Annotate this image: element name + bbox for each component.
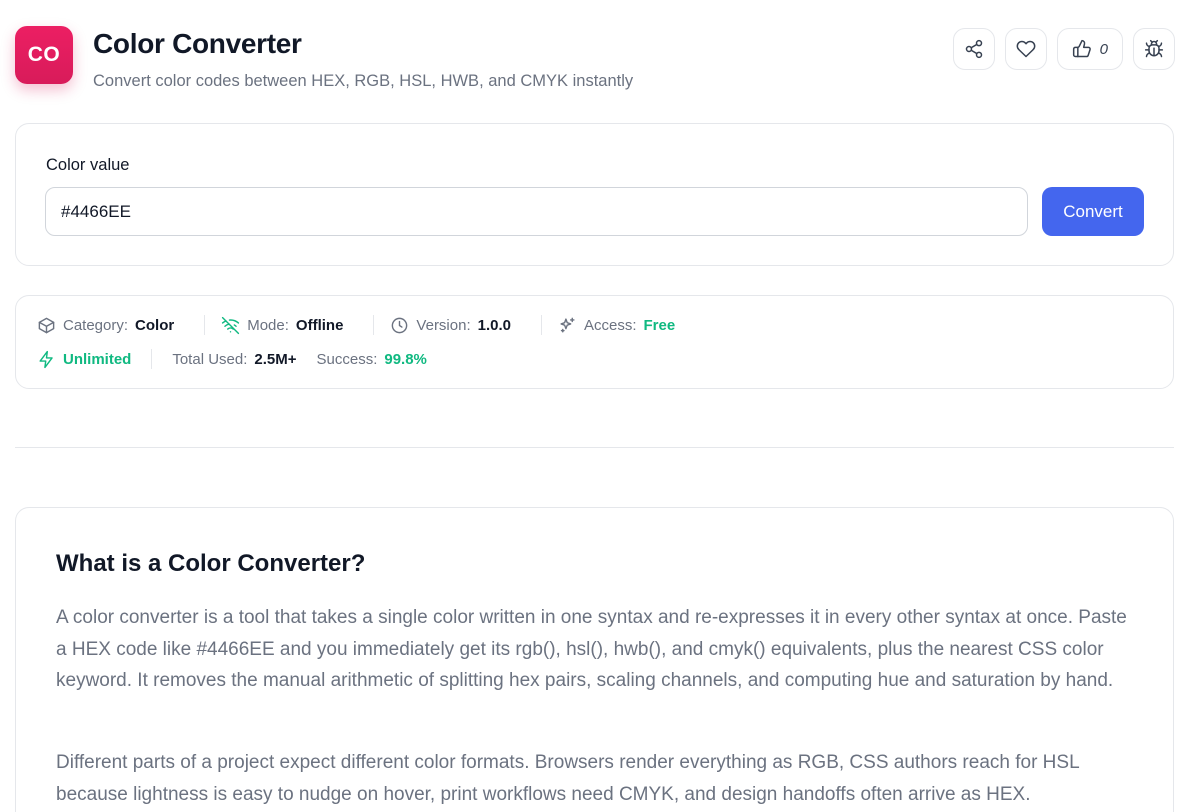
meta-total-used-value: 2.5M+ (254, 350, 297, 368)
bug-icon (1144, 39, 1164, 58)
about-card: What is a Color Converter? A color conve… (15, 507, 1174, 812)
lightning-icon (39, 350, 53, 368)
tool-info-card: Category: Color Mode: Offline Version: 1… (15, 295, 1174, 389)
meta-category-label: Category: (63, 316, 129, 334)
meta-success-label: Success: (316, 350, 378, 368)
meta-separator (151, 349, 153, 369)
page-header: CO Color Converter Convert color codes b… (15, 26, 1175, 96)
like-button[interactable]: 0 (1056, 28, 1123, 70)
meta-total-used: Total Used: 2.5M+ (172, 349, 310, 369)
color-value-input[interactable] (45, 187, 1028, 236)
about-paragraph: A color converter is a tool that takes a… (56, 607, 1127, 691)
heart-icon (1016, 40, 1036, 58)
meta-separator (204, 315, 206, 335)
meta-unlimited: Unlimited (37, 349, 145, 369)
like-count: 0 (1099, 40, 1108, 58)
color-value-label: Color value (46, 156, 130, 174)
meta-row: Unlimited Total Used: 2.5M+ Success: 99.… (37, 349, 441, 369)
thumbs-up-icon (1072, 39, 1091, 58)
page-title: Color Converter (93, 28, 302, 59)
meta-mode-value: Offline (295, 316, 344, 334)
convert-button[interactable]: Convert (1042, 187, 1144, 236)
meta-separator (373, 315, 375, 335)
sparkles-icon (560, 317, 575, 333)
meta-category-value: Color (135, 316, 175, 334)
wifi-off-icon (222, 316, 240, 334)
converter-card: Color value Convert (15, 123, 1174, 266)
meta-success-value: 99.8% (384, 350, 427, 368)
app-logo: CO (15, 26, 73, 84)
report-bug-button[interactable] (1133, 28, 1175, 70)
share-button[interactable] (952, 28, 995, 70)
meta-category: Category: Color (37, 315, 188, 335)
package-icon (38, 317, 55, 333)
meta-access-label: Access: (584, 316, 637, 334)
logo-text: CO (27, 43, 61, 66)
meta-success: Success: 99.8% (311, 349, 441, 369)
clock-icon (392, 317, 408, 333)
share-icon (965, 39, 982, 59)
meta-version-label: Version: (416, 316, 471, 334)
meta-row: Category: Color Mode: Offline Version: 1… (37, 315, 689, 335)
meta-version: Version: 1.0.0 (390, 315, 525, 335)
header-actions: 0 (952, 28, 1175, 70)
page-subtitle: Convert color codes between HEX, RGB, HS… (93, 72, 634, 90)
meta-access: Access: Free (558, 315, 689, 335)
meta-version-value: 1.0.0 (477, 316, 511, 334)
meta-mode-label: Mode: (247, 316, 289, 334)
favorite-button[interactable] (1004, 28, 1047, 70)
section-divider (15, 447, 1174, 448)
meta-unlimited-value: Unlimited (63, 350, 132, 368)
meta-mode: Mode: Offline (221, 315, 357, 335)
meta-access-value: Free (643, 316, 676, 334)
meta-separator (541, 315, 542, 335)
about-title: What is a Color Converter? (56, 550, 366, 577)
meta-total-used-label: Total Used: (172, 350, 248, 368)
about-paragraph: Different parts of a project expect diff… (56, 752, 1079, 805)
